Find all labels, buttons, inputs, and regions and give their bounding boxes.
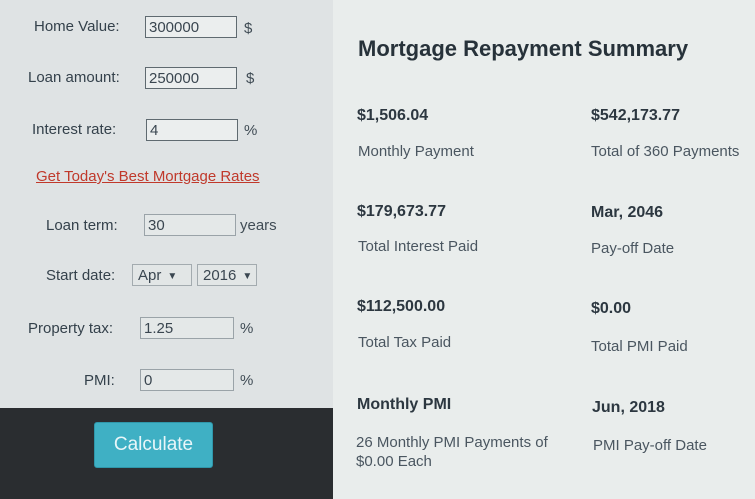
pmi-payoff-date-value: Jun, 2018 bbox=[592, 399, 665, 416]
payoff-date-caption: Pay-off Date bbox=[591, 240, 675, 257]
start-date-label: Start date: bbox=[46, 267, 116, 284]
pmi-label: PMI: bbox=[84, 372, 115, 389]
total-interest-value: $179,673.77 bbox=[357, 203, 446, 220]
chevron-down-icon: ▼ bbox=[167, 271, 178, 282]
calculator-form-panel bbox=[0, 0, 333, 408]
best-mortgage-rates-link[interactable]: Get Today's Best Mortgage Rates bbox=[36, 168, 260, 185]
pmi-unit: % bbox=[240, 372, 254, 389]
total-pmi-value: $0.00 bbox=[591, 300, 632, 317]
total-payments-caption: Total of 360 Payments bbox=[591, 143, 740, 160]
monthly-pmi-caption: 26 Monthly PMI Payments of $0.00 Each bbox=[356, 434, 548, 470]
monthly-payment-value: $1,506.04 bbox=[357, 107, 429, 124]
loan-amount-input[interactable] bbox=[145, 67, 237, 89]
property-tax-unit: % bbox=[240, 320, 254, 337]
interest-rate-unit: % bbox=[244, 122, 258, 139]
loan-amount-label: Loan amount: bbox=[28, 69, 120, 86]
monthly-pmi-heading: Monthly PMI bbox=[357, 396, 452, 413]
start-year-value: 2016 bbox=[203, 267, 237, 284]
home-value-input[interactable] bbox=[145, 16, 237, 38]
start-year-select[interactable]: 2016 ▼ bbox=[197, 264, 257, 286]
total-pmi-caption: Total PMI Paid bbox=[591, 338, 688, 355]
loan-amount-unit: $ bbox=[246, 70, 255, 87]
home-value-unit: $ bbox=[244, 20, 253, 37]
chevron-down-icon: ▼ bbox=[242, 271, 253, 282]
loan-term-input[interactable] bbox=[144, 214, 236, 236]
interest-rate-input[interactable] bbox=[146, 119, 238, 141]
total-interest-caption: Total Interest Paid bbox=[358, 238, 479, 255]
start-month-select[interactable]: Apr ▼ bbox=[132, 264, 192, 286]
calculate-button[interactable]: Calculate bbox=[94, 422, 213, 468]
start-month-value: Apr bbox=[138, 267, 162, 284]
home-value-label: Home Value: bbox=[34, 18, 120, 35]
total-tax-value: $112,500.00 bbox=[357, 298, 446, 315]
pmi-input[interactable] bbox=[140, 369, 234, 391]
summary-title: Mortgage Repayment Summary bbox=[358, 36, 689, 61]
property-tax-input[interactable] bbox=[140, 317, 234, 339]
pmi-payoff-date-caption: PMI Pay-off Date bbox=[593, 437, 707, 454]
loan-term-unit: years bbox=[240, 217, 277, 234]
loan-term-label: Loan term: bbox=[46, 217, 118, 234]
monthly-payment-caption: Monthly Payment bbox=[358, 143, 474, 160]
total-payments-value: $542,173.77 bbox=[591, 107, 680, 124]
interest-rate-label: Interest rate: bbox=[32, 121, 117, 138]
payoff-date-value: Mar, 2046 bbox=[591, 204, 664, 221]
total-tax-caption: Total Tax Paid bbox=[358, 334, 452, 351]
property-tax-label: Property tax: bbox=[28, 320, 114, 337]
